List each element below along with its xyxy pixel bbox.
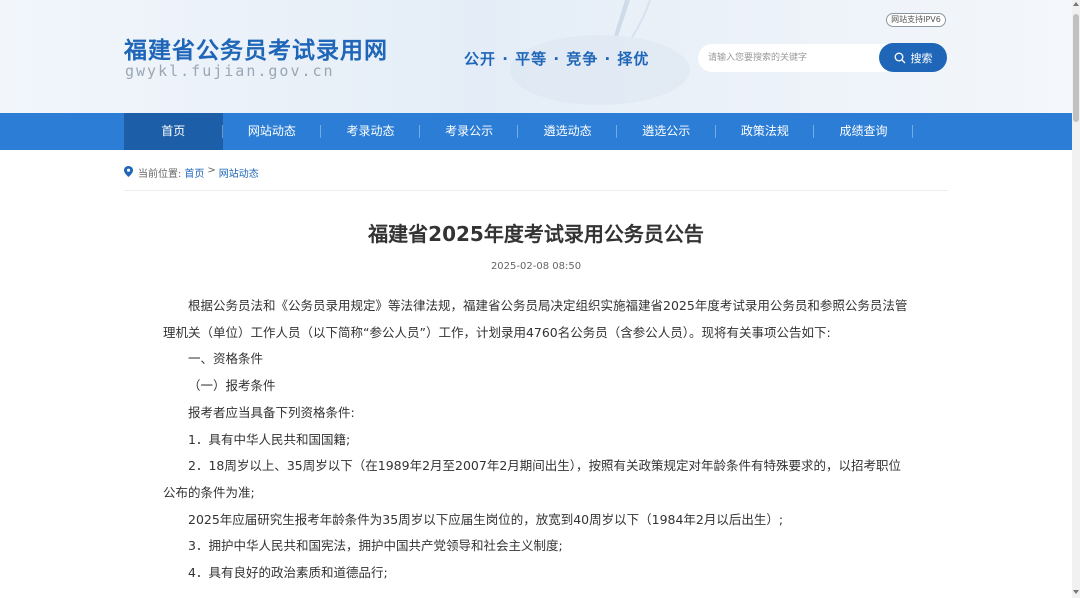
article-paragraph: 报考者应当具备下列资格条件: [188, 404, 355, 420]
nav-items: 首页 网站动态 考录动态 考录公示 遴选动态 遴选公示 政策法规 成绩查询 [124, 113, 913, 150]
article-date: 2025-02-08 08:50 [490, 261, 582, 272]
search-input[interactable] [698, 44, 888, 72]
nav-item-exam-news[interactable]: 考录动态 [321, 113, 420, 150]
article-paragraph: 根据公务员法和《公务员录用规定》等法律法规，福建省公务员局决定组织实施福建省20… [163, 298, 908, 340]
main-nav: 首页 网站动态 考录动态 考录公示 遴选动态 遴选公示 政策法规 成绩查询 [0, 113, 1072, 150]
nav-item-home[interactable]: 首页 [124, 113, 223, 150]
breadcrumb-separator: > [207, 165, 216, 176]
ipv6-badge: 网站支持IPV6 [886, 13, 946, 27]
location-pin-icon [124, 166, 133, 177]
scrollbar-thumb[interactable] [1073, 14, 1079, 122]
nav-item-selection-news[interactable]: 遴选动态 [518, 113, 617, 150]
site-header: 福建省公务员考试录用网 gwykl.fujian.gov.cn 公开 · 平等 … [0, 0, 1072, 113]
search-button[interactable]: 搜索 [879, 43, 947, 72]
breadcrumb: 当前位置: 首页 > 网站动态 [124, 165, 948, 191]
article-paragraph: （一）报考条件 [188, 378, 276, 394]
nav-item-exam-public[interactable]: 考录公示 [420, 113, 519, 150]
breadcrumb-home-link[interactable]: 首页 [184, 165, 204, 180]
article-paragraph: 4．具有良好的政治素质和道德品行; [188, 565, 388, 581]
site-domain: gwykl.fujian.gov.cn [125, 62, 335, 80]
article-body: 根据公务员法和《公务员录用规定》等法律法规，福建省公务员局决定组织实施福建省20… [163, 293, 913, 587]
article-paragraph: 3．拥护中华人民共和国宪法，拥护中国共产党领导和社会主义制度; [188, 538, 563, 554]
article-title: 福建省2025年度考试录用公务员公告 [368, 222, 704, 246]
article-paragraph: 2025年应届研究生报考年龄条件为35周岁以下应届生岗位的，放宽到40周岁以下（… [188, 511, 784, 527]
breadcrumb-current-link[interactable]: 网站动态 [219, 165, 259, 180]
article-paragraph: 一、资格条件 [188, 351, 264, 367]
site-slogan: 公开 · 平等 · 竞争 · 择优 [464, 50, 650, 68]
breadcrumb-prefix: 当前位置: [138, 169, 182, 180]
article-paragraph: 1．具有中华人民共和国国籍; [188, 431, 351, 447]
nav-item-score-query[interactable]: 成绩查询 [814, 113, 913, 150]
article-paragraph: 2．18周岁以上、35周岁以下（在1989年2月至2007年2月期间出生），按照… [163, 458, 902, 500]
site-title[interactable]: 福建省公务员考试录用网 [124, 31, 388, 65]
nav-item-selection-public[interactable]: 遴选公示 [617, 113, 716, 150]
nav-item-policy[interactable]: 政策法规 [716, 113, 815, 150]
page-scrollbar[interactable] [1072, 0, 1080, 598]
scroll-up-arrow-icon[interactable] [1073, 2, 1079, 6]
search-button-label: 搜索 [910, 51, 933, 65]
nav-item-site-news[interactable]: 网站动态 [223, 113, 322, 150]
scroll-down-arrow-icon[interactable] [1073, 590, 1079, 594]
search-icon [894, 52, 905, 63]
